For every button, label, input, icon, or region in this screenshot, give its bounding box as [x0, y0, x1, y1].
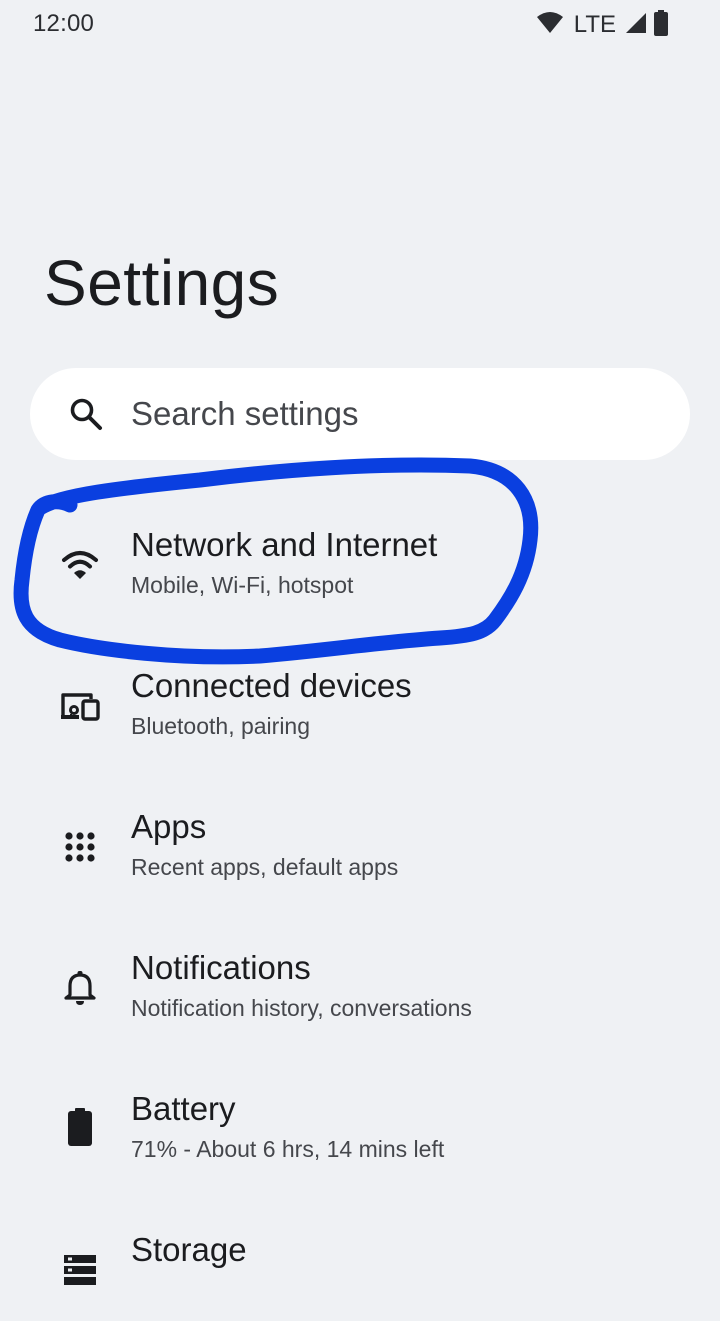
- storage-icon: [56, 1246, 104, 1294]
- settings-item-network[interactable]: Network and Internet Mobile, Wi-Fi, hots…: [0, 475, 720, 616]
- settings-item-connected-devices[interactable]: Connected devices Bluetooth, pairing: [0, 616, 720, 757]
- network-type-label: LTE: [573, 11, 616, 38]
- settings-item-title: Network and Internet: [131, 526, 438, 563]
- wifi-icon: [536, 11, 564, 40]
- settings-item-storage[interactable]: Storage: [0, 1180, 720, 1321]
- search-bar[interactable]: Search settings: [30, 368, 690, 460]
- settings-item-title: Battery: [131, 1090, 236, 1127]
- wifi-icon: [56, 541, 104, 589]
- connected-devices-icon: [56, 682, 104, 730]
- cell-signal-icon: [624, 11, 648, 40]
- settings-item-notifications[interactable]: Notifications Notification history, conv…: [0, 898, 720, 1039]
- battery-icon: [654, 9, 668, 41]
- status-icons: LTE: [536, 9, 668, 41]
- settings-item-subtitle: Recent apps, default apps: [131, 854, 399, 880]
- settings-item-subtitle: Mobile, Wi-Fi, hotspot: [131, 572, 354, 598]
- settings-item-title: Connected devices: [131, 667, 412, 704]
- settings-item-title: Notifications: [131, 949, 311, 986]
- settings-item-title: Apps: [131, 808, 207, 845]
- status-bar: 12:00 LTE: [0, 0, 720, 52]
- settings-item-battery[interactable]: Battery 71% - About 6 hrs, 14 mins left: [0, 1039, 720, 1180]
- status-time: 12:00: [33, 10, 95, 37]
- settings-item-subtitle: Notification history, conversations: [131, 995, 472, 1021]
- apps-grid-icon: [56, 823, 104, 871]
- search-placeholder[interactable]: Search settings: [131, 396, 358, 432]
- battery-icon: [56, 1103, 104, 1151]
- page-title: Settings: [44, 247, 280, 319]
- bell-icon: [56, 964, 104, 1012]
- settings-item-subtitle: 71% - About 6 hrs, 14 mins left: [131, 1136, 445, 1162]
- settings-item-apps[interactable]: Apps Recent apps, default apps: [0, 757, 720, 898]
- search-icon: [68, 396, 104, 432]
- settings-item-title: Storage: [131, 1231, 247, 1268]
- settings-item-subtitle: Bluetooth, pairing: [131, 713, 311, 739]
